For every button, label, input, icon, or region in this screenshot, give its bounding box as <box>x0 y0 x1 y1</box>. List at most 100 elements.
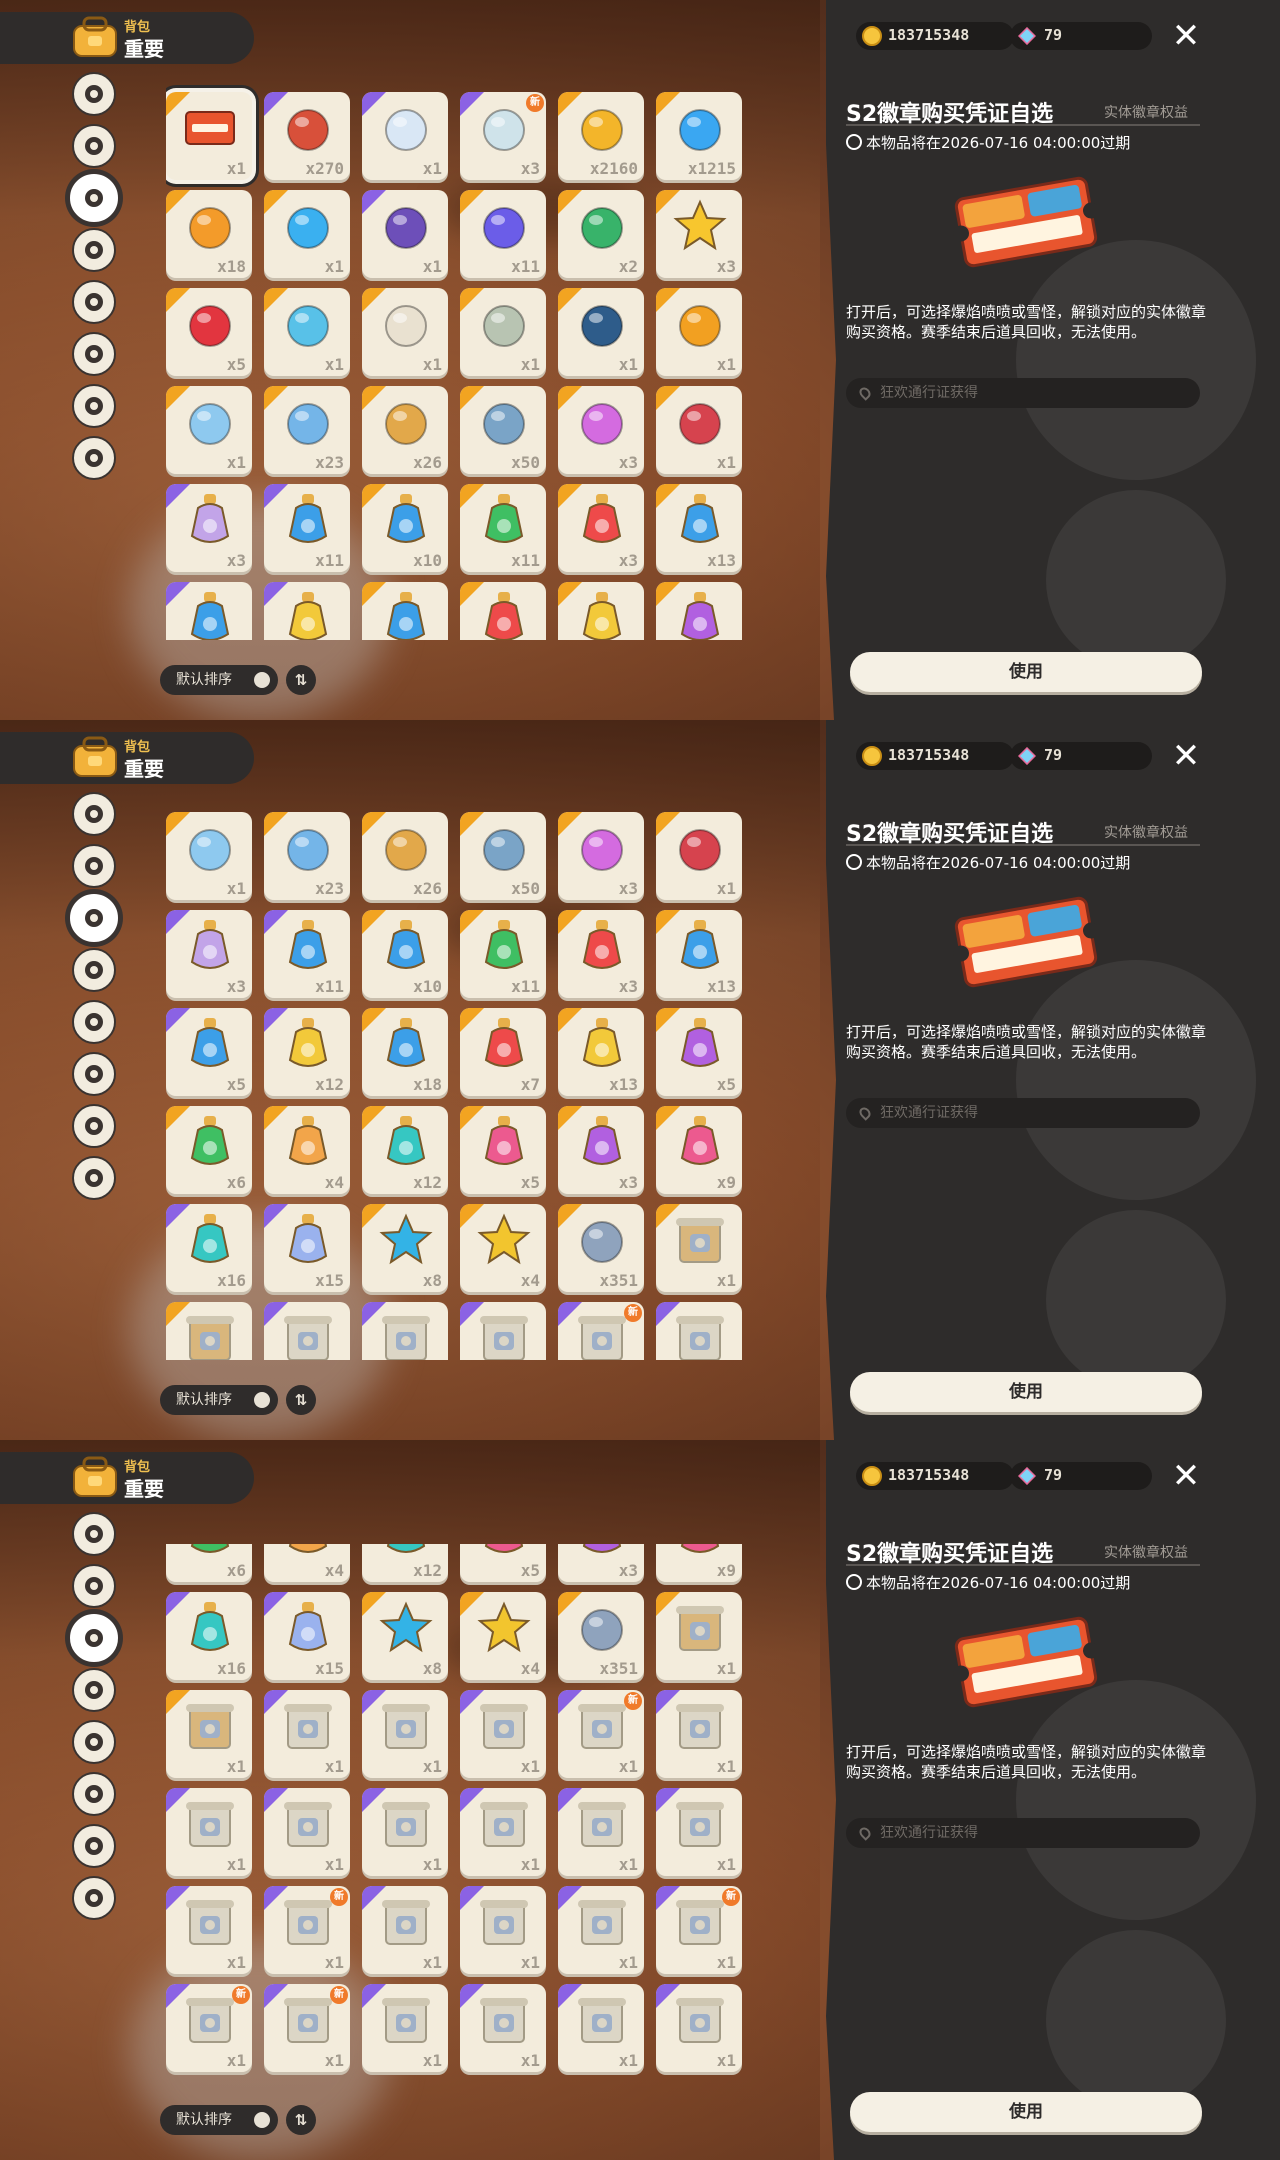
item-slot[interactable]: x1 <box>656 1690 742 1778</box>
item-slot[interactable]: x11 <box>264 484 350 572</box>
item-slot[interactable]: x1 <box>558 1788 644 1876</box>
category-leaf-icon[interactable] <box>72 1668 116 1712</box>
item-slot[interactable]: 新 x1 <box>656 1886 742 1974</box>
item-slot[interactable]: x5 <box>460 1106 546 1194</box>
item-slot[interactable]: x5 <box>460 1544 546 1582</box>
item-slot[interactable]: x12 <box>264 1008 350 1096</box>
item-slot[interactable]: x26 <box>362 812 448 900</box>
close-button[interactable]: ✕ <box>1170 1459 1202 1493</box>
item-slot[interactable]: x3 <box>558 1544 644 1582</box>
item-slot[interactable]: x351 <box>558 1592 644 1680</box>
item-slot[interactable]: x23 <box>264 812 350 900</box>
category-scroll-icon[interactable] <box>72 1720 116 1764</box>
close-button[interactable]: ✕ <box>1170 19 1202 53</box>
item-slot[interactable]: x1 <box>558 1984 644 2072</box>
item-slot[interactable]: x26 <box>362 386 448 474</box>
item-slot[interactable]: x3 <box>558 1106 644 1194</box>
item-slot[interactable]: x351 <box>558 1204 644 1292</box>
item-slot[interactable]: x1 <box>166 1690 252 1778</box>
item-slot[interactable]: x1 <box>166 1886 252 1974</box>
item-slot[interactable]: x1 <box>656 1204 742 1292</box>
use-button[interactable]: 使用 <box>850 652 1202 692</box>
category-sofa-icon[interactable] <box>72 1876 116 1920</box>
item-slot[interactable]: x4 <box>264 1544 350 1582</box>
category-leaf-icon[interactable] <box>72 948 116 992</box>
category-leaf-icon[interactable] <box>72 1564 116 1608</box>
item-slot[interactable]: x4 <box>460 1592 546 1680</box>
item-slot[interactable]: x1 <box>656 1592 742 1680</box>
item-slot[interactable]: x1 <box>656 812 742 900</box>
item-slot[interactable]: x12 <box>362 1106 448 1194</box>
item-slot[interactable]: x50 <box>460 812 546 900</box>
category-leaf-icon[interactable] <box>72 124 116 168</box>
item-slot[interactable]: x23 <box>264 386 350 474</box>
item-slot[interactable]: x15 <box>264 1592 350 1680</box>
item-slot[interactable]: x18 <box>362 1008 448 1096</box>
item-slot[interactable]: x1 <box>460 1788 546 1876</box>
item-slot[interactable]: x1 <box>656 1984 742 2072</box>
category-spiky-ball-icon[interactable] <box>68 172 120 224</box>
item-slot[interactable]: x16 <box>166 1204 252 1292</box>
item-slot[interactable]: x3 <box>558 812 644 900</box>
tab-important[interactable]: 重要 <box>124 753 164 782</box>
item-slot[interactable]: x13 <box>558 1008 644 1096</box>
item-slot[interactable]: 新 x1 <box>166 1984 252 2072</box>
category-spiky-ball-icon[interactable] <box>68 1612 120 1664</box>
item-slot[interactable]: x10 <box>362 484 448 572</box>
item-slot[interactable] <box>460 582 546 640</box>
item-slot[interactable]: x8 <box>362 1204 448 1292</box>
item-slot[interactable]: x1 <box>264 288 350 376</box>
item-slot[interactable]: 新 x3 <box>460 92 546 180</box>
item-slot[interactable]: x10 <box>362 910 448 998</box>
item-slot[interactable]: x1 <box>558 288 644 376</box>
item-slot[interactable]: x1 <box>558 1886 644 1974</box>
item-slot[interactable]: x1 <box>264 1788 350 1876</box>
item-slot[interactable]: x12 <box>362 1544 448 1582</box>
item-slot[interactable]: x1215 <box>656 92 742 180</box>
item-slot[interactable]: 新 <box>558 1302 644 1360</box>
item-slot[interactable]: x1 <box>362 190 448 278</box>
item-slot[interactable] <box>460 1302 546 1360</box>
item-slot[interactable]: x1 <box>166 1788 252 1876</box>
item-slot[interactable] <box>166 582 252 640</box>
sort-dropdown[interactable]: 默认排序 <box>160 665 278 695</box>
item-slot[interactable]: x9 <box>656 1544 742 1582</box>
sort-dropdown[interactable]: 默认排序 <box>160 1385 278 1415</box>
category-leaf-icon[interactable] <box>72 844 116 888</box>
item-slot[interactable]: x1 <box>264 190 350 278</box>
category-ball-icon[interactable] <box>72 332 116 376</box>
sort-order-toggle[interactable]: ⇅ <box>286 1385 316 1415</box>
category-spiky-ball-icon[interactable] <box>68 892 120 944</box>
category-leaf-icon[interactable] <box>72 228 116 272</box>
item-slot[interactable]: x1 <box>362 92 448 180</box>
category-acorn-icon[interactable] <box>72 1104 116 1148</box>
item-slot[interactable]: x270 <box>264 92 350 180</box>
item-slot[interactable]: x3 <box>558 386 644 474</box>
item-slot[interactable]: x1 <box>362 1886 448 1974</box>
item-slot[interactable] <box>362 1302 448 1360</box>
item-slot[interactable]: x1 <box>362 1788 448 1876</box>
item-slot[interactable]: x3 <box>166 484 252 572</box>
category-sofa-icon[interactable] <box>72 436 116 480</box>
item-slot[interactable]: x13 <box>656 484 742 572</box>
item-slot[interactable]: 新 x1 <box>558 1690 644 1778</box>
item-slot[interactable]: x5 <box>166 288 252 376</box>
sort-dropdown[interactable]: 默认排序 <box>160 2105 278 2135</box>
category-ball-icon[interactable] <box>72 1052 116 1096</box>
item-slot[interactable]: x50 <box>460 386 546 474</box>
tab-important[interactable]: 重要 <box>124 33 164 62</box>
item-slot[interactable]: x5 <box>656 1008 742 1096</box>
item-slot[interactable]: x3 <box>558 910 644 998</box>
item-slot[interactable]: x1 <box>656 386 742 474</box>
sort-order-toggle[interactable]: ⇅ <box>286 2105 316 2135</box>
item-slot[interactable]: x3 <box>558 484 644 572</box>
item-slot[interactable] <box>656 582 742 640</box>
item-slot[interactable]: x1 <box>264 1690 350 1778</box>
category-star-badge-icon[interactable] <box>72 72 116 116</box>
item-slot[interactable]: x16 <box>166 1592 252 1680</box>
item-slot[interactable]: x1 <box>166 812 252 900</box>
item-slot[interactable]: x1 <box>656 288 742 376</box>
item-grid[interactable]: x1 x270 x1 新 x3 x2160 x1215 x18 x1 x1 x1… <box>166 60 746 640</box>
item-slot[interactable]: 新 x1 <box>264 1886 350 1974</box>
item-slot[interactable]: x18 <box>166 190 252 278</box>
